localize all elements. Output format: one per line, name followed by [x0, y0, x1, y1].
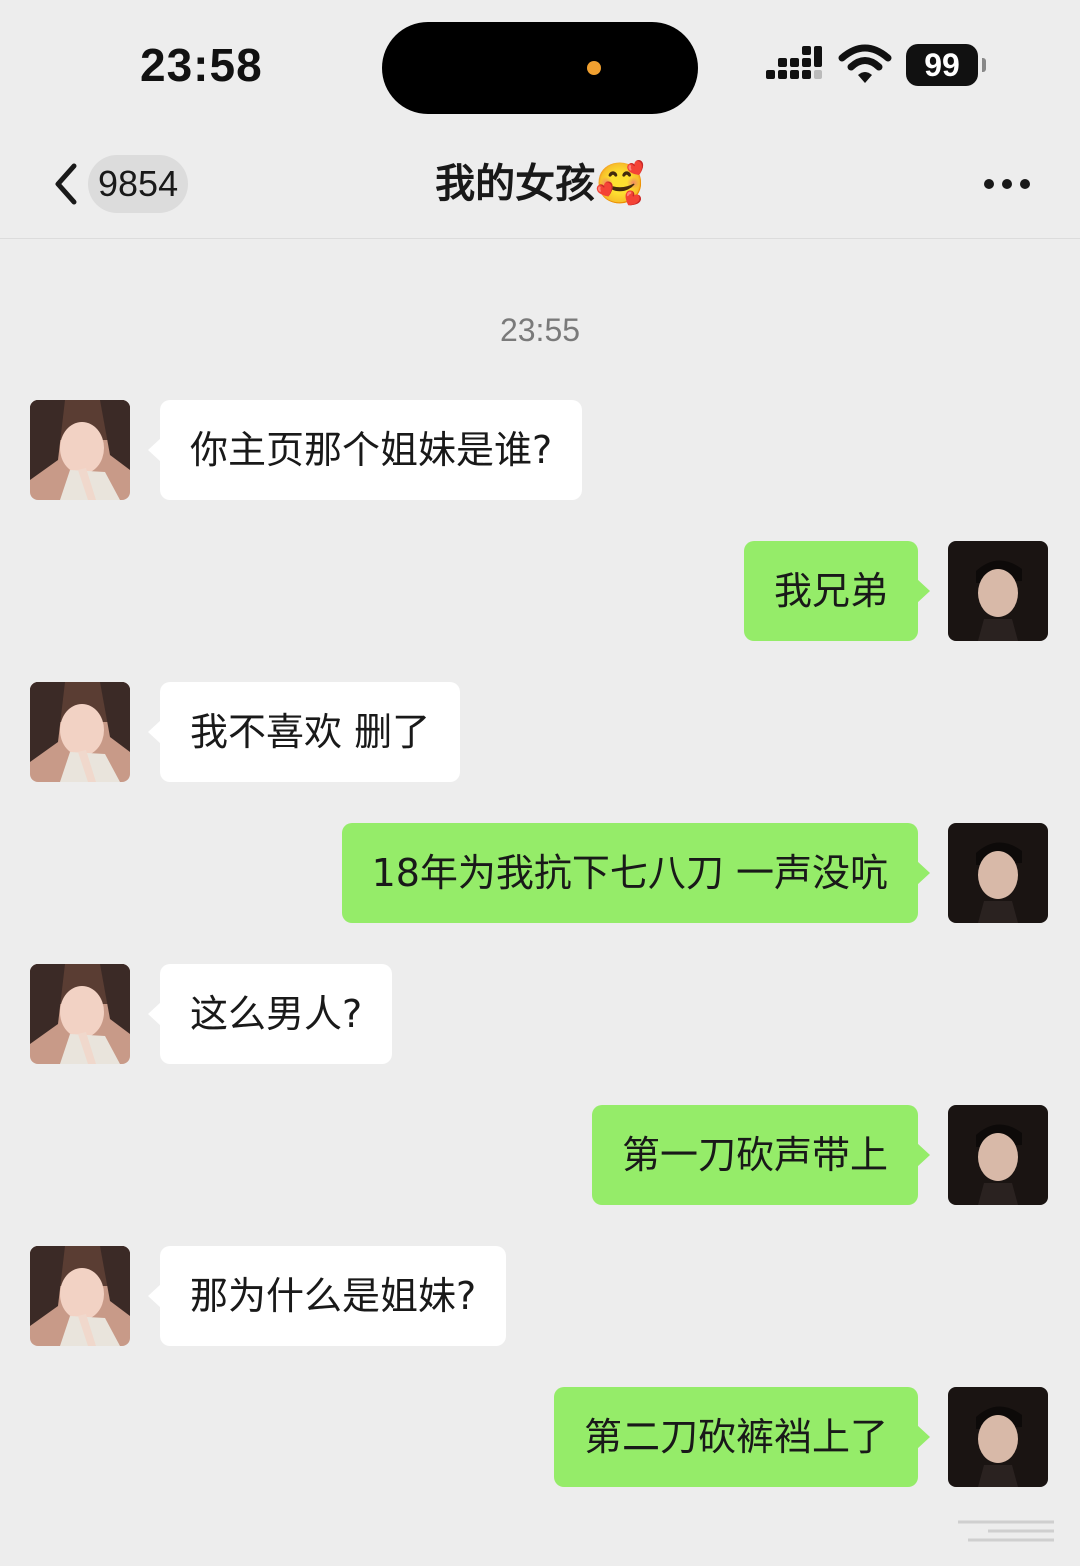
- message-row-outgoing: 18年为我抗下七八刀 一声没吭: [0, 823, 1080, 925]
- back-button[interactable]: 9854: [48, 152, 189, 216]
- message-bubble-outgoing[interactable]: 第一刀砍声带上: [591, 1105, 931, 1205]
- message-bubble-outgoing[interactable]: 我兄弟: [743, 541, 931, 641]
- message-bubble-outgoing[interactable]: 18年为我抗下七八刀 一声没吭: [341, 823, 931, 923]
- message-bubble-incoming[interactable]: 那为什么是姐妹?: [147, 1246, 507, 1346]
- message-row-outgoing: 第二刀砍裤裆上了: [0, 1387, 1080, 1489]
- message-row-incoming: 我不喜欢 删了: [0, 682, 1080, 784]
- dynamic-island: [382, 22, 698, 114]
- message-row-incoming: 那为什么是姐妹?: [0, 1246, 1080, 1348]
- message-bubble-outgoing[interactable]: 第二刀砍裤裆上了: [553, 1387, 931, 1487]
- chat-header: 我的女孩🥰 9854: [0, 130, 1080, 239]
- contact-avatar[interactable]: [30, 1246, 130, 1346]
- unread-count-badge: 9854: [88, 155, 189, 213]
- message-row-outgoing: 我兄弟: [0, 541, 1080, 643]
- more-dots-icon[interactable]: [980, 164, 1036, 204]
- message-row-outgoing: 第一刀砍声带上: [0, 1105, 1080, 1207]
- message-bubble-incoming[interactable]: 这么男人?: [147, 964, 393, 1064]
- my-avatar[interactable]: [948, 823, 1048, 923]
- battery-icon: 99: [906, 44, 986, 86]
- message-row-incoming: 这么男人?: [0, 964, 1080, 1066]
- my-avatar[interactable]: [948, 1387, 1048, 1487]
- my-avatar[interactable]: [948, 541, 1048, 641]
- my-avatar[interactable]: [948, 1105, 1048, 1205]
- camera-indicator-dot: [587, 61, 601, 75]
- wifi-icon: [838, 44, 892, 83]
- battery-level: 99: [906, 44, 978, 86]
- watermark-lines-icon: [958, 1520, 1054, 1542]
- contact-avatar[interactable]: [30, 400, 130, 500]
- chevron-left-icon: [55, 163, 77, 205]
- status-bar: 23:58 99: [0, 0, 1080, 130]
- signal-icon: [766, 46, 822, 79]
- message-bubble-incoming[interactable]: 你主页那个姐妹是谁?: [147, 400, 583, 500]
- contact-avatar[interactable]: [30, 682, 130, 782]
- battery-tip: [982, 58, 986, 72]
- message-bubble-incoming[interactable]: 我不喜欢 删了: [147, 682, 461, 782]
- message-timestamp: 23:55: [499, 312, 581, 348]
- message-row-incoming: 你主页那个姐妹是谁?: [0, 400, 1080, 502]
- contact-avatar[interactable]: [30, 964, 130, 1064]
- status-time: 23:58: [140, 39, 263, 91]
